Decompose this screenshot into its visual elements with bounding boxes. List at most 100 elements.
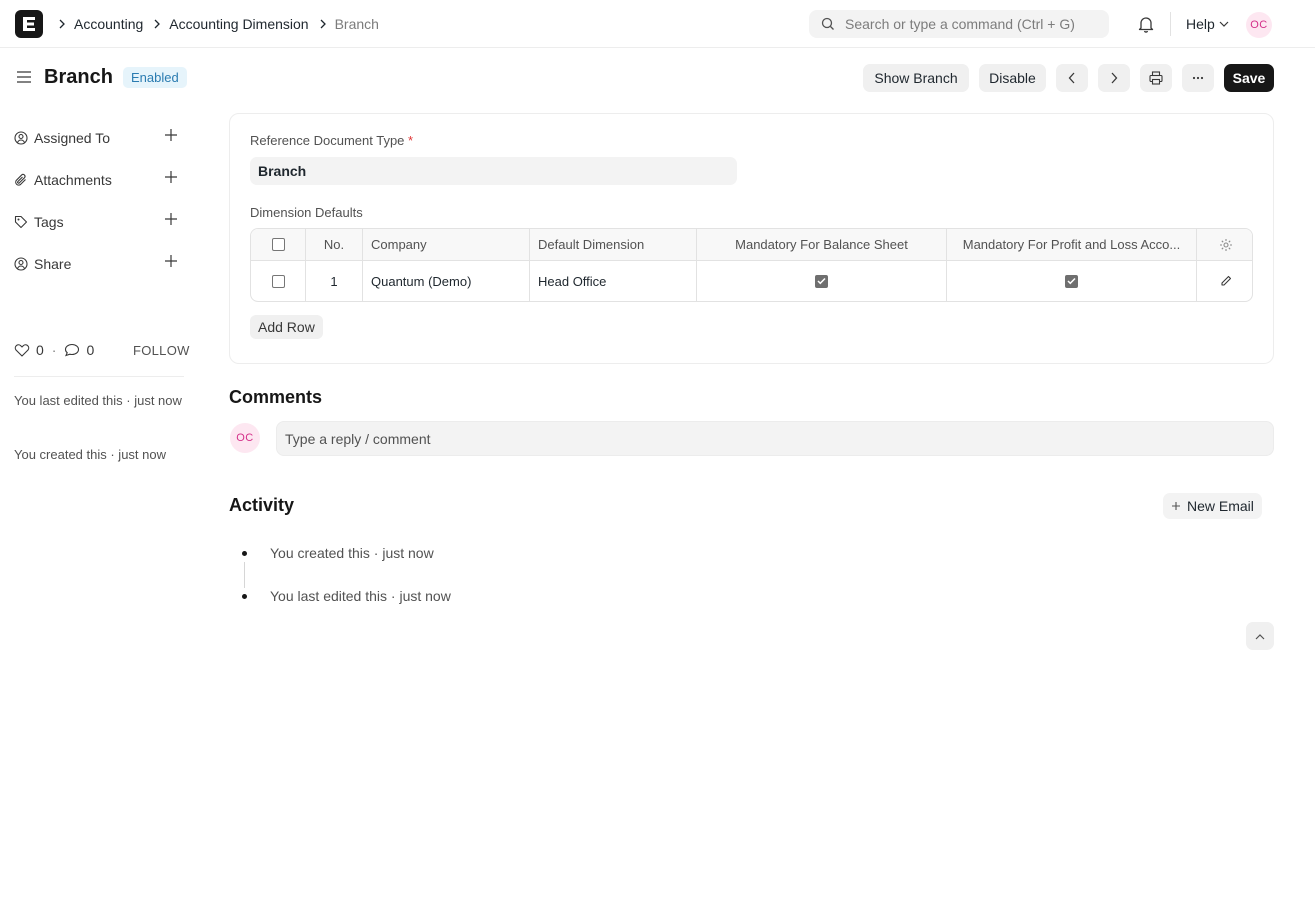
gear-icon[interactable] — [1219, 238, 1233, 252]
col-mandatory-balance-sheet: Mandatory For Balance Sheet — [697, 229, 947, 260]
row-mandatory-pnl-cell — [947, 261, 1197, 301]
created-note: You created this · just now — [14, 447, 166, 462]
user-avatar[interactable]: OC — [1246, 12, 1272, 38]
comment-avatar: OC — [230, 423, 260, 453]
new-email-button[interactable]: New Email — [1163, 493, 1262, 519]
status-badge: Enabled — [123, 67, 187, 88]
timeline-dot — [242, 594, 247, 599]
required-mark: * — [408, 133, 414, 148]
likes-count: 0 — [36, 342, 44, 358]
breadcrumb-branch[interactable]: Branch — [335, 16, 379, 32]
checkmark-icon — [817, 277, 826, 285]
chevron-up-icon — [1255, 633, 1265, 639]
logo-e-icon — [23, 17, 35, 31]
activity-entry: You last edited this · just now — [270, 588, 451, 604]
add-row-button[interactable]: Add Row — [250, 315, 323, 339]
show-branch-button[interactable]: Show Branch — [863, 64, 969, 92]
sidebar-item-label: Tags — [34, 214, 64, 230]
navbar: Accounting Accounting Dimension Branch H… — [0, 0, 1315, 48]
col-company: Company — [363, 229, 530, 260]
next-doc-button[interactable] — [1098, 64, 1130, 92]
help-label: Help — [1186, 16, 1215, 32]
breadcrumb: Accounting Accounting Dimension Branch — [58, 0, 389, 48]
page-title: Branch — [44, 66, 113, 88]
nav-divider — [1170, 12, 1171, 36]
mandatory-pnl-checkbox[interactable] — [1065, 274, 1078, 288]
print-button[interactable] — [1140, 64, 1172, 92]
activity-title: Activity — [229, 495, 295, 515]
more-actions-button[interactable] — [1182, 64, 1214, 92]
new-email-label: New Email — [1187, 498, 1254, 514]
row-checkbox[interactable] — [271, 274, 285, 288]
ref-doc-type-label: Reference Document Type * — [250, 133, 413, 148]
follow-link[interactable]: FOLLOW — [133, 343, 190, 358]
comment-box[interactable] — [276, 421, 1274, 456]
heart-icon[interactable] — [14, 343, 30, 357]
stats-separator: · — [51, 342, 57, 358]
comment-icon[interactable] — [64, 343, 80, 357]
sidebar-stats: 0 · 0 FOLLOW — [14, 342, 189, 358]
breadcrumb-accounting[interactable]: Accounting — [74, 16, 143, 32]
more-horizontal-icon — [1192, 76, 1204, 80]
row-default-dimension[interactable]: Head Office — [530, 261, 697, 301]
last-edited-note: You last edited this · just now — [14, 393, 182, 408]
col-default-dimension: Default Dimension — [530, 229, 697, 260]
printer-icon — [1149, 71, 1163, 85]
search-bar[interactable] — [809, 10, 1109, 38]
sidebar-item-label: Share — [34, 256, 72, 272]
search-input[interactable] — [845, 16, 1095, 32]
share-user-icon — [14, 257, 28, 271]
app-logo[interactable] — [15, 10, 43, 38]
col-mandatory-pnl: Mandatory For Profit and Loss Acco... — [947, 229, 1197, 260]
plus-icon — [1172, 502, 1180, 510]
table-header: No. Company Default Dimension Mandatory … — [251, 229, 1252, 261]
previous-doc-button[interactable] — [1056, 64, 1088, 92]
paperclip-icon — [15, 173, 26, 186]
activity-entry: You created this · just now — [270, 545, 434, 561]
sidebar-item-tags[interactable]: Tags — [14, 210, 184, 234]
row-no: 1 — [306, 261, 363, 301]
chevron-right-icon — [319, 19, 327, 29]
comments-count: 0 — [86, 342, 95, 358]
chevron-right-icon — [153, 19, 161, 29]
mandatory-balance-sheet-checkbox[interactable] — [815, 274, 828, 288]
tag-icon — [14, 215, 28, 229]
sidebar-item-label: Assigned To — [34, 130, 111, 146]
row-select-cell — [251, 261, 306, 301]
search-icon — [821, 17, 834, 30]
timeline-line — [244, 562, 245, 588]
col-no: No. — [306, 229, 363, 260]
sidebar-item-attachments[interactable]: Attachments — [14, 168, 184, 192]
checkmark-icon — [1067, 277, 1076, 285]
save-button[interactable]: Save — [1224, 64, 1274, 92]
sidebar-toggle-icon[interactable] — [16, 70, 32, 87]
sidebar-divider — [14, 376, 184, 377]
notification-bell-icon[interactable] — [1138, 15, 1154, 36]
sidebar-item-assigned-to[interactable]: Assigned To — [14, 126, 184, 150]
column-settings-cell — [1197, 229, 1252, 260]
timeline-dot — [242, 551, 247, 556]
select-all-checkbox[interactable] — [271, 238, 285, 251]
disable-button[interactable]: Disable — [979, 64, 1046, 92]
chevron-down-icon — [1219, 21, 1229, 27]
table-row[interactable]: 1 Quantum (Demo) Head Office — [251, 261, 1252, 301]
ref-doc-type-field[interactable]: Branch — [250, 157, 737, 185]
select-all-cell — [251, 229, 306, 260]
help-dropdown[interactable]: Help — [1186, 16, 1229, 32]
pencil-icon[interactable] — [1220, 275, 1232, 287]
ref-doc-type-label-text: Reference Document Type — [250, 133, 405, 148]
plus-icon[interactable] — [164, 128, 178, 142]
assign-user-icon — [14, 131, 28, 145]
sidebar-item-share[interactable]: Share — [14, 252, 184, 276]
dimension-defaults-table: No. Company Default Dimension Mandatory … — [250, 228, 1253, 302]
comment-input[interactable] — [285, 430, 1245, 447]
plus-icon[interactable] — [164, 212, 178, 226]
row-mandatory-balance-sheet-cell — [697, 261, 947, 301]
scroll-to-top-button[interactable] — [1246, 622, 1274, 650]
row-edit-cell — [1197, 261, 1252, 301]
comments-title: Comments — [229, 387, 323, 407]
row-company[interactable]: Quantum (Demo) — [363, 261, 530, 301]
plus-icon[interactable] — [164, 254, 178, 268]
breadcrumb-accounting-dimension[interactable]: Accounting Dimension — [169, 16, 308, 32]
plus-icon[interactable] — [164, 170, 178, 184]
